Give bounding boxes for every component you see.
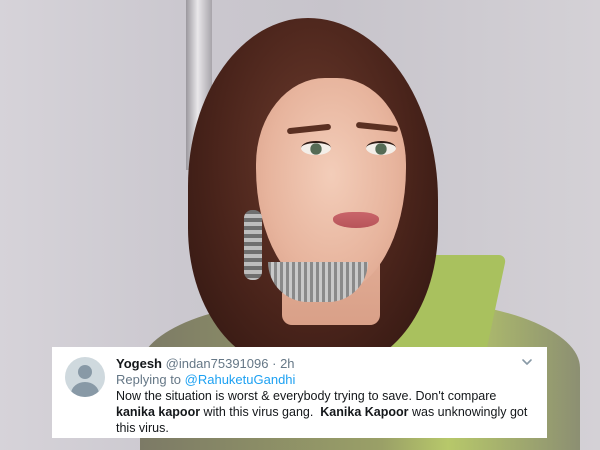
tweet-text: Now the situation is worst & everybody t…: [116, 388, 536, 436]
chevron-down-icon[interactable]: [521, 356, 533, 368]
author-name[interactable]: Yogesh: [116, 356, 162, 371]
replying-to-line: Replying to @RahuketuGandhi: [116, 372, 295, 387]
author-handle[interactable]: @indan75391096: [166, 356, 269, 371]
earring: [244, 210, 262, 280]
tweet-header: Yogesh @indan75391096 · 2h: [116, 356, 295, 371]
tweet-timestamp[interactable]: 2h: [280, 356, 294, 371]
avatar-body: [71, 382, 99, 397]
tweet-text-part-1: Now the situation is worst & everybody t…: [116, 389, 497, 403]
tweet-text-part-2: with this virus gang.: [200, 405, 321, 419]
tweet-text-bold-1: kanika kapoor: [116, 405, 201, 419]
replying-to-mention[interactable]: @RahuketuGandhi: [185, 372, 296, 387]
right-eye: [366, 141, 396, 155]
tweet-text-bold-2: Kanika Kapoor: [320, 405, 409, 419]
tweet-card: Yogesh @indan75391096 · 2h Replying to @…: [52, 347, 547, 438]
separator-dot: ·: [272, 356, 277, 371]
left-eye: [301, 141, 331, 155]
replying-to-label: Replying to: [116, 372, 185, 387]
default-avatar-icon[interactable]: [65, 357, 105, 397]
lips: [333, 212, 379, 228]
avatar-head: [78, 365, 92, 379]
